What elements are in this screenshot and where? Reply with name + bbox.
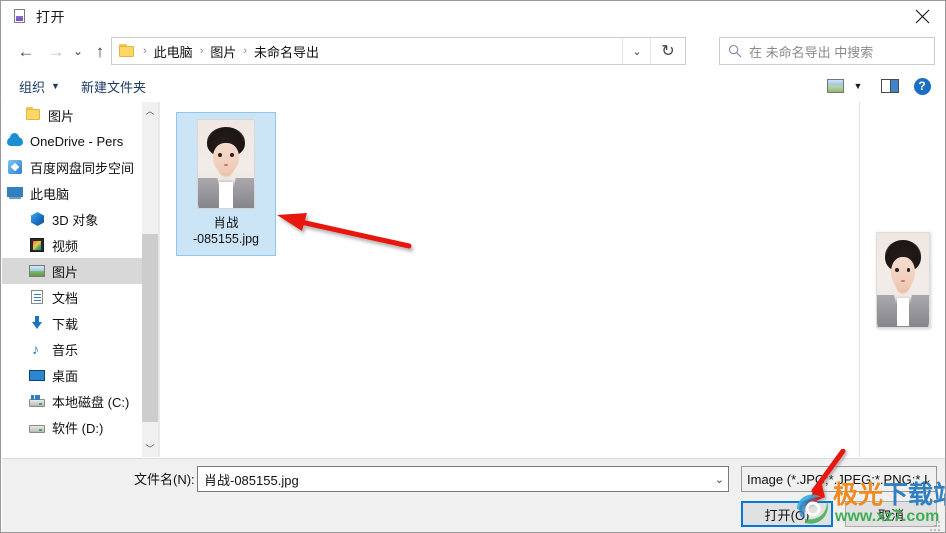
file-thumbnail [197, 119, 255, 209]
folder-icon [119, 44, 136, 58]
pictures-icon [28, 263, 46, 279]
organize-button[interactable]: 组织 ▼ [19, 70, 60, 102]
chevron-down-icon: ▼ [51, 81, 60, 91]
dialog-footer: 文件名(N): 肖战-085155.jpg ⌄ Image (*.JPG;*.J… [2, 458, 945, 532]
sidebar-item-label: 图片 [48, 108, 75, 124]
new-folder-button[interactable]: 新建文件夹 [81, 70, 146, 102]
sidebar-item-pictures[interactable]: 图片 [2, 258, 142, 284]
sidebar-item-local-disk-c[interactable]: 本地磁盘 (C:) [2, 388, 142, 414]
file-type-value: Image (*.JPG;*.JPEG;*.PNG;*.I [747, 471, 928, 487]
sidebar-item-label: 桌面 [52, 368, 79, 384]
chevron-down-icon[interactable]: ⌄ [715, 467, 724, 491]
file-name-line2: -085155.jpg [192, 232, 260, 246]
sidebar-item-music[interactable]: ♪ 音乐 [2, 336, 142, 362]
scroll-up-icon[interactable]: ︿ [142, 102, 158, 119]
music-icon: ♪ [32, 341, 39, 357]
recent-locations-chevron-down-icon[interactable]: ⌄ [69, 38, 87, 64]
close-icon[interactable] [899, 1, 945, 32]
sidebar-item-software-disk-d[interactable]: 软件 (D:) [2, 414, 142, 440]
sidebar-item-label: OneDrive - Pers [30, 133, 124, 149]
scrollbar-thumb[interactable] [142, 234, 158, 422]
sidebar-item-onedrive[interactable]: OneDrive - Pers [2, 128, 142, 154]
filename-label: 文件名(N): [134, 472, 195, 487]
refresh-icon[interactable]: ↻ [650, 38, 685, 64]
file-item[interactable]: 肖战 -085155.jpg [176, 112, 276, 256]
sidebar-item-label: 此电脑 [30, 186, 70, 202]
sidebar-item-baidu-netdisk[interactable]: 百度网盘同步空间 [2, 154, 142, 180]
resize-grip[interactable] [930, 519, 942, 531]
sidebar-item-label: 音乐 [52, 342, 79, 358]
desktop-icon [28, 367, 46, 383]
downloads-icon [28, 315, 46, 331]
baidu-netdisk-icon [6, 159, 24, 175]
file-name-label: 肖战 -085155.jpg [180, 215, 272, 247]
breadcrumb-separator: › [243, 44, 248, 57]
system-drive-icon [28, 393, 46, 409]
command-toolbar: 组织 ▼ 新建文件夹 ▼ ? [1, 70, 945, 103]
address-chevron-down-icon[interactable]: ⌄ [622, 38, 651, 64]
breadcrumb-item-2[interactable]: 未命名导出 [254, 42, 319, 61]
forward-icon[interactable]: → [43, 38, 69, 64]
search-input[interactable]: 在 未命名导出 中搜索 [719, 37, 935, 65]
sidebar-item-label: 视频 [52, 238, 79, 254]
sidebar-item-documents[interactable]: 文档 [2, 284, 142, 310]
open-button[interactable]: 打开(O) [741, 501, 833, 527]
organize-label: 组织 [19, 79, 46, 95]
navigation-pane-scrollbar[interactable]: ︿ ﹀ [142, 102, 159, 457]
filename-input[interactable]: 肖战-085155.jpg ⌄ [197, 466, 729, 492]
search-placeholder: 在 未命名导出 中搜索 [749, 44, 874, 60]
sidebar-item-label: 下载 [52, 316, 79, 332]
preview-pane-icon[interactable] [877, 70, 903, 102]
preview-pane [859, 102, 945, 457]
picture-view-icon [826, 79, 844, 93]
search-icon [728, 44, 742, 58]
address-bar: ← → ⌄ ↑ › 此电脑 › 图片 › 未命名导出 ⌄ ↻ 在 未命名导出 中… [1, 32, 945, 70]
scroll-down-icon[interactable]: ﹀ [142, 440, 158, 457]
sidebar-item-label: 软件 (D:) [52, 420, 104, 436]
back-icon[interactable]: ← [13, 38, 39, 64]
up-icon[interactable]: ↑ [87, 38, 113, 64]
sidebar-item-pictures-quick[interactable]: 图片 [2, 102, 142, 128]
view-chevron-down-icon[interactable]: ▼ [849, 70, 867, 102]
breadcrumb[interactable]: › 此电脑 › 图片 › 未命名导出 ⌄ ↻ [111, 37, 686, 65]
open-file-dialog: 打开 ← → ⌄ ↑ › 此电脑 › 图片 › 未命名导出 ⌄ ↻ 在 未命名导… [0, 0, 946, 533]
documents-icon [28, 289, 46, 305]
sidebar-item-label: 百度网盘同步空间 [30, 160, 135, 176]
picture-file-icon [12, 8, 28, 25]
videos-icon [28, 237, 46, 253]
drive-icon [28, 419, 46, 435]
title-bar: 打开 [1, 1, 945, 32]
sidebar-item-desktop[interactable]: 桌面 [2, 362, 142, 388]
folder-icon [24, 107, 42, 123]
file-name-line1: 肖战 [213, 216, 239, 230]
3d-objects-icon [28, 211, 46, 227]
filename-value: 肖战-085155.jpg [204, 472, 299, 488]
sidebar-item-3d-objects[interactable]: 3D 对象 [2, 206, 142, 232]
sidebar-item-label: 图片 [52, 264, 79, 280]
window-title: 打开 [36, 8, 65, 25]
breadcrumb-separator: › [143, 44, 147, 57]
this-pc-icon [6, 185, 24, 201]
sidebar-item-this-pc[interactable]: 此电脑 [2, 180, 142, 206]
onedrive-cloud-icon [6, 133, 24, 149]
breadcrumb-item-1[interactable]: 图片 [210, 42, 236, 61]
sidebar-item-downloads[interactable]: 下载 [2, 310, 142, 336]
sidebar-item-label: 本地磁盘 (C:) [52, 394, 130, 410]
preview-thumbnail [876, 231, 930, 328]
navigation-pane: 图片 OneDrive - Pers 百度网盘同步空间 此电脑 3D 对象 视频… [2, 102, 142, 457]
cancel-button[interactable]: 取消 [845, 501, 937, 527]
breadcrumb-item-0[interactable]: 此电脑 [154, 42, 193, 61]
sidebar-item-videos[interactable]: 视频 [2, 232, 142, 258]
change-view-button[interactable] [823, 70, 847, 102]
breadcrumb-separator: › [199, 44, 204, 57]
sidebar-item-label: 文档 [52, 290, 79, 306]
file-type-select[interactable]: Image (*.JPG;*.JPEG;*.PNG;*.I ⌄ [741, 466, 937, 492]
help-icon[interactable]: ? [909, 70, 935, 102]
sidebar-item-label: 3D 对象 [52, 212, 99, 228]
chevron-down-icon[interactable]: ⌄ [923, 467, 932, 491]
file-list[interactable]: 肖战 -085155.jpg [159, 102, 860, 457]
